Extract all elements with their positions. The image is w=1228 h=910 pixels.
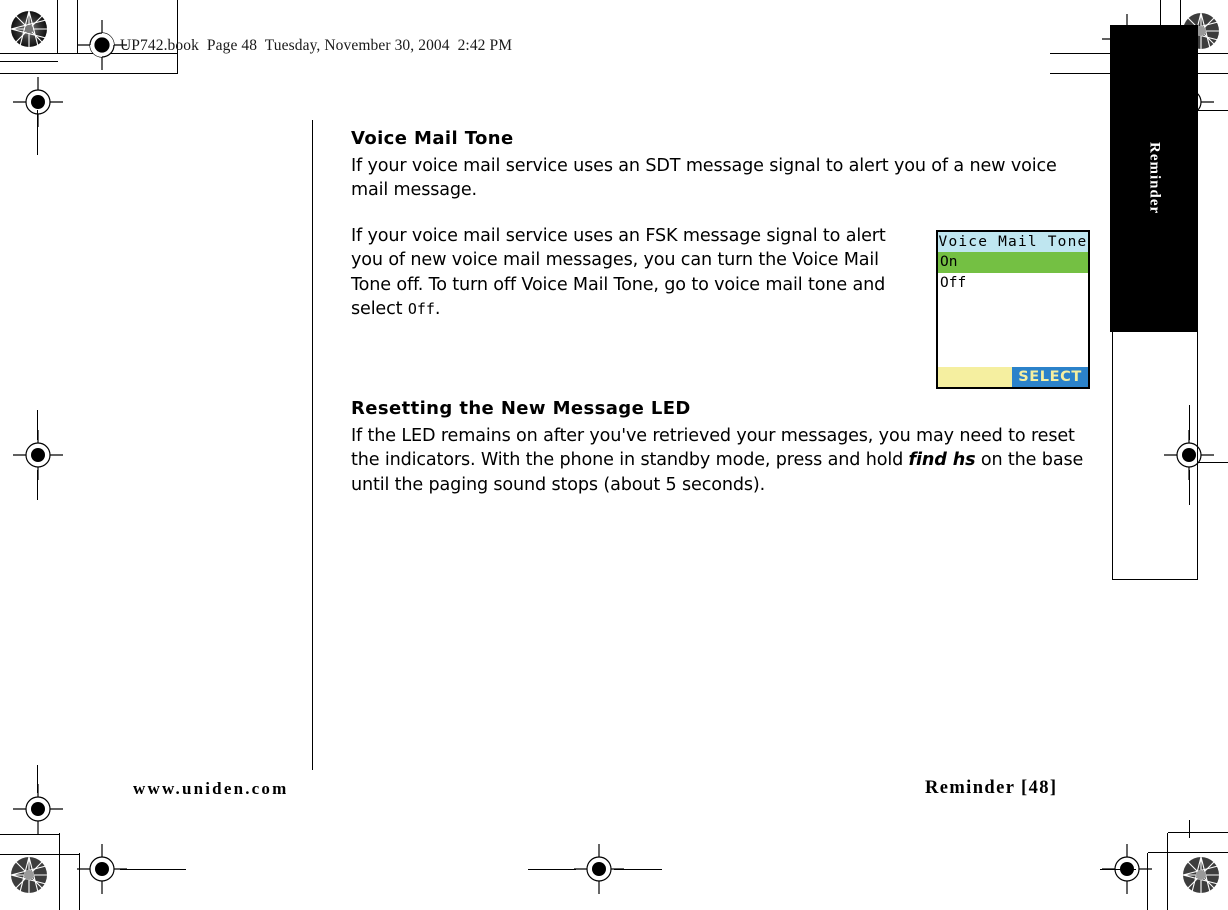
lcd-menu-item-on[interactable]: On <box>938 252 1088 273</box>
registration-mark-left-top <box>13 77 63 127</box>
crop-mark <box>120 869 186 870</box>
chapter-tab-label: Reminder <box>1146 142 1163 215</box>
crop-mark <box>1198 110 1228 111</box>
column-divider-rule <box>312 120 313 770</box>
footer-website[interactable]: www.uniden.com <box>133 779 289 799</box>
crop-mark <box>1189 820 1190 838</box>
chapter-tab: Reminder <box>1110 25 1198 332</box>
crop-mark <box>1167 833 1168 910</box>
registration-mark-bottom-left <box>77 844 127 894</box>
crop-mark <box>0 834 60 835</box>
lcd-menu-item-off[interactable]: Off <box>938 273 1088 294</box>
paragraph-voice-mail-sdt: If your voice mail service uses an SDT m… <box>351 155 1057 201</box>
chapter-tab-outline-box <box>1112 332 1198 580</box>
crop-mark <box>1100 869 1136 870</box>
section-heading-voice-mail-tone: Voice Mail Tone <box>351 128 514 149</box>
crop-mark <box>37 110 38 155</box>
page-canvas: UP742.book Page 48 Tuesday, November 30,… <box>0 0 1228 910</box>
lcd-softkey-left <box>938 367 1012 387</box>
chapter-tab-label-wrap: Reminder <box>1110 25 1198 332</box>
section-heading-resetting-led: Resetting the New Message LED <box>351 398 691 420</box>
registration-star-bottom-right <box>1182 856 1220 894</box>
lcd-inner: Voice Mail Tone On Off SELECT <box>938 232 1088 387</box>
crop-mark <box>0 854 80 855</box>
lcd-title-bar: Voice Mail Tone <box>938 232 1088 252</box>
crop-mark <box>1148 852 1228 853</box>
registration-mark-top-left <box>77 20 127 70</box>
registration-star-top-left <box>10 10 48 48</box>
crop-mark <box>0 73 178 74</box>
crop-mark <box>614 869 662 870</box>
crop-mark <box>57 0 58 54</box>
crop-mark <box>0 61 58 62</box>
registration-mark-left-middle <box>13 430 63 480</box>
paragraph-resetting-led: If the LED remains on after you've retri… <box>351 424 1091 498</box>
registration-mark-left-bottom <box>13 784 63 834</box>
crop-mark <box>37 470 38 500</box>
paragraph-voice-mail-fsk: If your voice mail service uses an FSK m… <box>351 224 916 322</box>
lcd-softkey-bar: SELECT <box>938 367 1088 387</box>
crop-mark <box>1168 832 1228 833</box>
registration-mark-bottom-center <box>574 844 624 894</box>
lcd-empty-area <box>938 294 1088 367</box>
crop-mark <box>37 410 38 440</box>
crop-mark <box>1198 462 1228 463</box>
lcd-screen-illustration: Voice Mail Tone On Off SELECT <box>936 230 1090 389</box>
footer-page-reference: Reminder [48] <box>925 778 1058 798</box>
registration-star-bottom-left <box>10 856 48 894</box>
document-header-info: UP742.book Page 48 Tuesday, November 30,… <box>120 37 513 54</box>
lcd-term-off: Off <box>407 300 435 319</box>
crop-mark <box>59 833 60 910</box>
key-name-find-hs: find hs <box>908 450 976 471</box>
crop-mark <box>37 765 38 793</box>
crop-mark <box>528 869 576 870</box>
paragraph-text-part-2: . <box>434 299 441 320</box>
lcd-softkey-select[interactable]: SELECT <box>1012 367 1088 387</box>
crop-mark <box>1147 853 1148 910</box>
